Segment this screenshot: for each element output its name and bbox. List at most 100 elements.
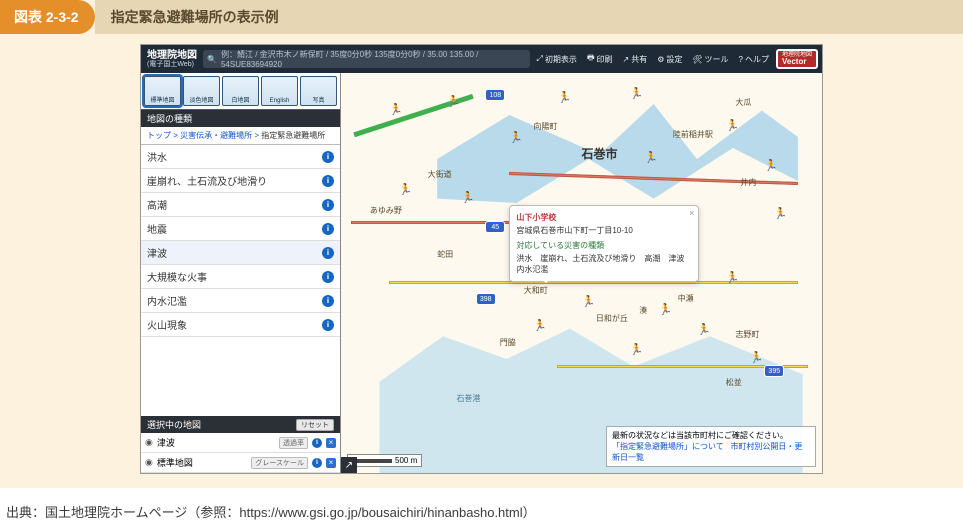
breadcrumb: トップ > 災害伝承・避難場所 > 指定緊急避難場所 [141,127,340,145]
info-icon[interactable]: i [312,438,322,448]
info-icon[interactable]: i [322,151,334,163]
selected-map-row-standard: ◉ 標準地図 グレースケール i × [141,453,340,473]
tools-button[interactable]: 🛠ツール [689,54,731,65]
hazard-item-fire[interactable]: 大規模な火事 i [141,265,340,289]
place-label: 志野町 [735,329,759,340]
grayscale-chip[interactable]: グレースケール [251,457,308,469]
evacuation-marker-icon[interactable]: 🏃 [697,325,707,335]
evacuation-marker-icon[interactable]: 🏃 [509,133,519,143]
wrench-icon: 🛠 [692,55,702,64]
place-label: 陸前稲井駅 [673,129,713,140]
initial-view-label: 初期表示 [545,54,577,65]
remove-layer-button[interactable]: × [326,458,336,468]
figure-badge: 図表 2-3-2 [0,0,95,34]
hazard-item-earthquake[interactable]: 地震i [141,217,340,241]
hazard-item-volcano[interactable]: 火山現象i [141,313,340,337]
evacuation-marker-icon[interactable]: 🏃 [582,297,592,307]
info-icon[interactable]: i [322,319,334,331]
reset-button[interactable]: リセット [296,419,334,431]
search-input[interactable]: 🔍 例：鯖江 / 金沢市木ノ新保町 / 35度0分0秒 135度0分0秒 / 3… [203,50,530,68]
vector-badge[interactable]: 地理院地図 Vector [776,49,818,69]
info-icon[interactable]: i [322,295,334,307]
evacuation-marker-icon[interactable]: 🏃 [389,105,399,115]
remove-layer-button[interactable]: × [326,438,336,448]
hazard-label: 大規模な火事 [147,269,207,284]
selected-map-row-tsunami: ◉ 津波 透過率 i × [141,433,340,453]
info-icon[interactable]: i [322,175,334,187]
place-label: 大瓜 [735,97,751,108]
share-button[interactable]: ↗共有 [620,54,651,65]
gsi-map-app: 地理院地図 (電子国土Web) 🔍 例：鯖江 / 金沢市木ノ新保町 / 35度0… [140,44,823,474]
help-label: ヘルプ [745,54,769,65]
evacuation-marker-icon[interactable]: 🏃 [461,193,471,203]
feature-popup: × 山下小学校 宮城県石巻市山下町一丁目10-10 対応している災害の種類 洪水… [509,205,699,282]
notice-text: 最新の状況などは当該市町村にご確認ください。 [612,430,810,441]
info-icon[interactable]: i [322,247,334,259]
hazard-label: 洪水 [147,149,167,164]
map-types-header: 地図の種類 [141,110,340,127]
route-shield: 45 [485,221,505,233]
breadcrumb-mid[interactable]: 災害伝承・避難場所 [180,131,252,140]
evacuation-marker-icon[interactable]: 🏃 [557,93,567,103]
tools-label: ツール [705,54,729,65]
basemap-thumb-standard[interactable]: 標準地図 [144,76,181,106]
selected-map-name: 津波 [157,436,275,449]
basemap-thumb-blank[interactable]: 白地図 [222,76,259,106]
hazard-item-tsunami[interactable]: 津波 i [141,241,340,265]
evacuation-marker-icon[interactable]: 🏃 [658,305,668,315]
popup-close-button[interactable]: × [689,208,694,218]
place-label: 松並 [726,377,742,388]
evacuation-marker-icon[interactable]: 🏃 [630,345,640,355]
visibility-toggle-icon[interactable]: ◉ [145,457,153,468]
evacuation-marker-icon[interactable]: 🏃 [764,161,774,171]
expand-icon: ⤢ [537,54,543,64]
hazard-list: 洪水 i 崖崩れ、土石流及び地滑りi 高潮i 地震i 津波 i 大規模な火事 i 内水… [141,145,340,337]
search-icon: 🔍 [207,55,217,64]
info-icon[interactable]: i [322,199,334,211]
evacuation-marker-icon[interactable]: 🏃 [726,121,736,131]
hazard-label: 内水氾濫 [147,293,187,308]
evacuation-marker-icon[interactable]: 🏃 [399,185,409,195]
print-button[interactable]: 🖶印刷 [584,52,616,66]
gear-icon: ⚙ [657,55,664,64]
breadcrumb-top[interactable]: トップ [147,131,171,140]
popup-address: 宮城県石巻市山下町一丁目10-10 [516,225,692,236]
initial-view-button[interactable]: ⤢初期表示 [534,54,580,65]
basemap-thumb-photo[interactable]: 写真 [300,76,337,106]
print-icon: 🖶 [587,52,595,66]
hazard-item-inland-flood[interactable]: 内水氾濫 i [141,289,340,313]
settings-button[interactable]: ⚙設定 [654,54,685,65]
figure-container: 図表 2-3-2 指定緊急避難場所の表示例 地理院地図 (電子国土Web) 🔍 … [0,0,963,488]
brand-title: 地理院地図 [147,51,197,61]
help-button[interactable]: ?ヘルプ [736,54,772,65]
hazard-item-landslide[interactable]: 崖崩れ、土石流及び地滑りi [141,169,340,193]
hazard-label: 津波 [147,245,167,260]
route-shield: 108 [485,89,505,101]
map-notice: 最新の状況などは当該市町村にご確認ください。 「指定緊急避難場所」について 市町… [606,426,816,467]
evacuation-marker-icon[interactable]: 🏃 [774,209,784,219]
evacuation-marker-icon[interactable]: 🏃 [726,273,736,283]
notice-link-about[interactable]: 「指定緊急避難場所」について [612,442,724,451]
opacity-chip[interactable]: 透過率 [279,437,308,449]
map-canvas[interactable]: 石巻市 向陽町 大街道 あゆみ野 蛇田 井内 大瓜 水押 門脇 陸前稲井駅 日和… [341,73,822,473]
basemap-thumb-pale[interactable]: 淡色地図 [183,76,220,106]
place-label: 日和が丘 [596,313,628,324]
info-icon[interactable]: i [312,458,322,468]
app-brand[interactable]: 地理院地図 (電子国土Web) [145,51,199,68]
evacuation-marker-icon[interactable]: 🏃 [644,153,654,163]
evacuation-marker-icon[interactable]: 🏃 [750,353,760,363]
expand-sidebar-button[interactable]: ↗ [341,457,357,473]
info-icon[interactable]: i [322,223,334,235]
hazard-item-flood[interactable]: 洪水 i [141,145,340,169]
visibility-toggle-icon[interactable]: ◉ [145,437,153,448]
evacuation-marker-icon[interactable]: 🏃 [533,321,543,331]
basemap-thumb-english[interactable]: English [261,76,298,106]
selected-maps-header: 選択中の地図 リセット [141,416,340,433]
evacuation-marker-icon[interactable]: 🏃 [447,97,457,107]
info-icon[interactable]: i [322,271,334,283]
evacuation-marker-icon[interactable]: 🏃 [630,89,640,99]
hazard-item-storm-surge[interactable]: 高潮i [141,193,340,217]
app-toolbar: 地理院地図 (電子国土Web) 🔍 例：鯖江 / 金沢市木ノ新保町 / 35度0… [141,45,822,73]
scale-bar: 500 m [347,454,422,467]
selected-map-name: 標準地図 [157,456,247,469]
